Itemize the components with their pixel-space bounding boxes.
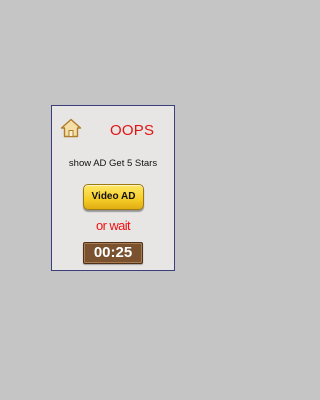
home-icon [60,118,82,138]
oops-dialog: OOPS show AD Get 5 Stars Video AD or wai… [51,105,175,271]
or-wait-label: or wait [95,218,131,233]
countdown-timer: 00:25 [83,242,143,264]
dialog-message: show AD Get 5 Stars [68,158,158,169]
dialog-title: OOPS [110,122,155,139]
video-ad-button[interactable]: Video AD [83,184,144,210]
home-button[interactable] [60,118,82,138]
